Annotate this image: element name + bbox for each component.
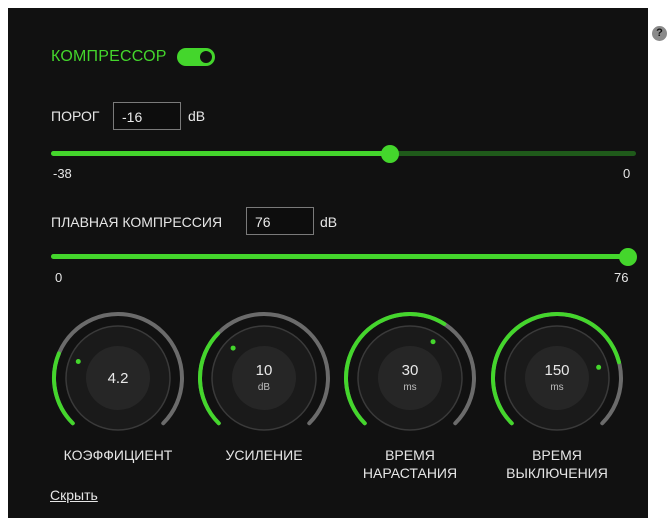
- knob-0[interactable]: 4.2: [48, 308, 188, 448]
- knob-3[interactable]: 150 ms: [487, 308, 627, 448]
- knob-unit: ms: [550, 382, 564, 393]
- knob-value: 30: [401, 362, 419, 379]
- compressor-title: КОМПРЕССОР: [51, 48, 167, 65]
- soft-knee-slider-fill: [51, 254, 636, 259]
- threshold-input[interactable]: -16: [113, 102, 181, 130]
- soft-knee-slider-thumb[interactable]: [619, 248, 637, 266]
- knob-indicator-dot: [430, 339, 436, 345]
- threshold-min-label: -38: [53, 166, 72, 181]
- compressor-header: КОМПРЕССОР: [51, 48, 215, 66]
- knob-indicator-dot: [75, 359, 81, 365]
- knob-value: 4.2: [107, 370, 129, 387]
- soft-knee-max-label: 76: [614, 270, 629, 285]
- knob-unit: dB: [257, 382, 271, 393]
- threshold-unit: dB: [188, 108, 206, 124]
- threshold-slider-fill: [51, 151, 391, 156]
- soft-knee-input[interactable]: 76: [246, 207, 314, 235]
- knob-label: УСИЛЕНИЕ: [225, 447, 303, 463]
- compressor-toggle[interactable]: [176, 48, 215, 66]
- help-icon[interactable]: ?: [652, 26, 667, 41]
- soft-knee-unit: dB: [320, 214, 338, 230]
- threshold-max-label: 0: [623, 166, 631, 181]
- knob-unit: ms: [403, 382, 417, 393]
- soft-knee-min-label: 0: [55, 270, 63, 285]
- knob-label: ВРЕМЯ ВЫКЛЮЧЕНИЯ: [506, 447, 608, 481]
- knob-label: ВРЕМЯ НАРАСТАНИЯ: [362, 447, 458, 481]
- knob-value: 10: [255, 362, 273, 379]
- knob-1[interactable]: 10 dB: [194, 308, 334, 448]
- knob-indicator-dot: [230, 345, 236, 351]
- knob-2[interactable]: 30 ms: [340, 308, 480, 448]
- soft-knee-label: ПЛАВНАЯ КОМПРЕССИЯ: [51, 214, 223, 230]
- knob-label: КОЭФФИЦИЕНТ: [63, 447, 173, 463]
- toggle-knob: [199, 51, 212, 63]
- knob-value: 150: [544, 362, 570, 379]
- hide-link[interactable]: Скрыть: [50, 487, 98, 503]
- threshold-label: ПОРОГ: [51, 108, 100, 124]
